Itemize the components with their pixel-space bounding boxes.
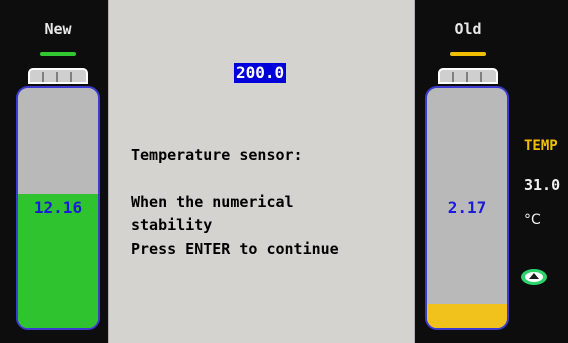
- dialog-title: Temperature sensor:: [131, 146, 303, 164]
- dialog-line-1: When the numerical: [131, 193, 294, 211]
- temp-value: 31.0: [524, 176, 561, 194]
- dialog-line-2: stability: [131, 216, 213, 234]
- device-screen: New 12.16 200.0 Temperature sensor: When…: [0, 0, 568, 343]
- dialog-line-3: Press ENTER to continue: [131, 240, 339, 258]
- old-cell-value: 2.17: [447, 198, 487, 217]
- old-cell-indicator: [450, 52, 486, 56]
- new-cell-label: New: [44, 20, 72, 38]
- stirrer-icon: [521, 269, 547, 285]
- old-cell-fill: [427, 304, 507, 328]
- temp-unit: °C: [524, 212, 541, 228]
- new-cell-indicator: [40, 52, 76, 56]
- calibration-dialog: 200.0 Temperature sensor: When the numer…: [108, 0, 415, 343]
- old-cell-label: Old: [454, 20, 482, 38]
- setpoint-value[interactable]: 200.0: [234, 63, 287, 83]
- new-cell-value: 12.16: [33, 198, 83, 217]
- new-cell-tank: 12.16: [16, 86, 100, 330]
- old-cell-tank: 2.17: [425, 86, 509, 330]
- new-cell-cap: [28, 68, 88, 84]
- temp-label: TEMP: [524, 138, 558, 154]
- old-cell-cap: [438, 68, 498, 84]
